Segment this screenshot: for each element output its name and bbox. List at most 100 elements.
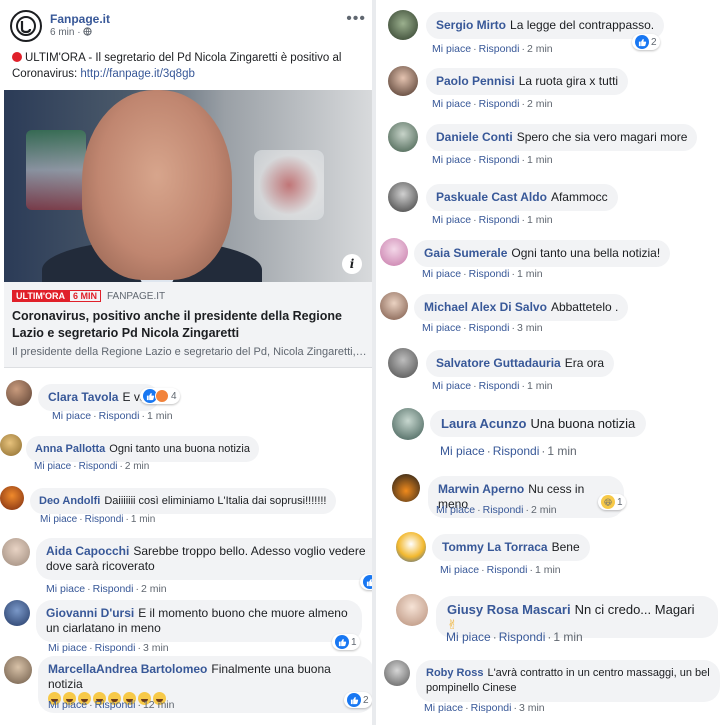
reaction-count[interactable]: 2 (632, 34, 660, 50)
comment-time[interactable]: 3 min (517, 322, 543, 334)
comment-author[interactable]: Clara Tavola (48, 390, 118, 404)
reply-link[interactable]: Rispondi (479, 43, 520, 55)
comment-author[interactable]: Giusy Rosa Mascari (447, 602, 571, 617)
post-time[interactable]: 6 min (50, 27, 74, 38)
like-link[interactable]: Mi piace (34, 461, 71, 472)
comment-time[interactable]: 3 min (143, 642, 169, 654)
comment-time[interactable]: 2 min (527, 98, 553, 110)
comment-author[interactable]: Gaia Sumerale (424, 246, 507, 260)
avatar[interactable] (6, 380, 32, 406)
comment-time[interactable]: 1 min (535, 564, 561, 576)
reaction-count[interactable]: 😆 1 (598, 494, 626, 510)
post-options-icon[interactable]: ••• (346, 10, 366, 28)
avatar[interactable] (0, 486, 24, 510)
comment-time[interactable]: 1 min (517, 268, 543, 280)
reply-link[interactable]: Rispondi (79, 461, 118, 472)
comment-author[interactable]: Michael Alex Di Salvo (424, 300, 547, 314)
comment-author[interactable]: Salvatore Guttadauria (436, 356, 561, 370)
comment-time[interactable]: 2 min (527, 43, 553, 55)
like-link[interactable]: Mi piace (432, 380, 471, 392)
like-link[interactable]: Mi piace (52, 410, 91, 422)
like-link[interactable]: Mi piace (446, 630, 491, 644)
reply-link[interactable]: Rispondi (85, 514, 124, 525)
comment-author[interactable]: Sergio Mirto (436, 18, 506, 32)
reaction-count[interactable]: 2 (344, 692, 372, 708)
reply-link[interactable]: Rispondi (469, 268, 510, 280)
avatar[interactable] (380, 292, 408, 320)
reply-link[interactable]: Rispondi (479, 98, 520, 110)
like-link[interactable]: Mi piace (46, 583, 85, 595)
preview-title[interactable]: Coronavirus, positivo anche il president… (12, 308, 368, 342)
like-link[interactable]: Mi piace (432, 214, 471, 226)
post-link[interactable]: http://fanpage.it/3q8gb (80, 68, 194, 80)
comment-author[interactable]: Marwin Aperno (438, 482, 524, 496)
comment-time[interactable]: 2 min (141, 583, 167, 595)
page-logo[interactable] (10, 10, 42, 42)
comment-time[interactable]: 1 min (527, 154, 553, 166)
reply-link[interactable]: Rispondi (499, 630, 546, 644)
comment-time[interactable]: 1 min (527, 214, 553, 226)
link-preview-body[interactable]: ULTIM'ORA 6 MIN FANPAGE.IT Coronavirus, … (4, 282, 372, 368)
like-link[interactable]: Mi piace (440, 444, 485, 458)
reply-link[interactable]: Rispondi (95, 699, 136, 711)
comment-time[interactable]: 2 min (125, 461, 149, 472)
link-preview-image[interactable]: i (4, 90, 372, 282)
reply-link[interactable]: Rispondi (95, 642, 136, 654)
reaction-count[interactable]: 1 (332, 634, 360, 650)
like-link[interactable]: Mi piace (422, 268, 461, 280)
comment-author[interactable]: MarcellaAndrea Bartolomeo (48, 662, 207, 676)
like-link[interactable]: Mi piace (422, 322, 461, 334)
comment-author[interactable]: Aida Capocchi (46, 544, 129, 558)
avatar[interactable] (388, 348, 418, 378)
reply-link[interactable]: Rispondi (479, 380, 520, 392)
reply-link[interactable]: Rispondi (493, 444, 540, 458)
comment-author[interactable]: Tommy La Torraca (442, 540, 548, 554)
comment-author[interactable]: Roby Ross (426, 667, 483, 679)
like-link[interactable]: Mi piace (48, 699, 87, 711)
avatar[interactable] (388, 182, 418, 212)
reaction-count[interactable]: 4 (140, 388, 180, 404)
comment-author[interactable]: Daniele Conti (436, 130, 513, 144)
reply-link[interactable]: Rispondi (471, 702, 512, 714)
comment-author[interactable]: Giovanni D'ursi (46, 606, 134, 620)
comment-time[interactable]: 2 min (531, 504, 557, 516)
comment-time[interactable]: 1 min (547, 444, 576, 458)
like-link[interactable]: Mi piace (40, 514, 77, 525)
reply-link[interactable]: Rispondi (99, 410, 140, 422)
like-link[interactable]: Mi piace (432, 98, 471, 110)
reply-link[interactable]: Rispondi (479, 214, 520, 226)
avatar[interactable] (396, 594, 428, 626)
reply-link[interactable]: Rispondi (93, 583, 134, 595)
avatar[interactable] (388, 10, 418, 40)
comment-time[interactable]: 1 min (131, 514, 155, 525)
like-link[interactable]: Mi piace (432, 154, 471, 166)
avatar[interactable] (4, 656, 32, 684)
avatar[interactable] (388, 66, 418, 96)
avatar[interactable] (0, 434, 22, 456)
comment-author[interactable]: Deo Andolfi (39, 495, 100, 507)
reply-link[interactable]: Rispondi (479, 154, 520, 166)
like-link[interactable]: Mi piace (48, 642, 87, 654)
avatar[interactable] (380, 238, 408, 266)
avatar[interactable] (388, 122, 418, 152)
avatar[interactable] (392, 474, 420, 502)
comment-time[interactable]: 1 min (527, 380, 553, 392)
like-link[interactable]: Mi piace (436, 504, 475, 516)
reply-link[interactable]: Rispondi (469, 322, 510, 334)
comment-time[interactable]: 1 min (553, 630, 582, 644)
avatar[interactable] (392, 408, 424, 440)
comment-time[interactable]: 1 min (147, 410, 173, 422)
page-name[interactable]: Fanpage.it (50, 12, 110, 26)
comment-author[interactable]: Paskuale Cast Aldo (436, 190, 547, 204)
like-link[interactable]: Mi piace (440, 564, 479, 576)
avatar[interactable] (384, 660, 410, 686)
reply-link[interactable]: Rispondi (483, 504, 524, 516)
comment-time[interactable]: 3 min (519, 702, 545, 714)
comment-author[interactable]: Paolo Pennisi (436, 74, 515, 88)
info-icon[interactable]: i (342, 254, 362, 274)
reply-link[interactable]: Rispondi (487, 564, 528, 576)
avatar[interactable] (396, 532, 426, 562)
like-link[interactable]: Mi piace (432, 43, 471, 55)
comment-author[interactable]: Anna Pallotta (35, 443, 105, 455)
like-link[interactable]: Mi piace (424, 702, 463, 714)
